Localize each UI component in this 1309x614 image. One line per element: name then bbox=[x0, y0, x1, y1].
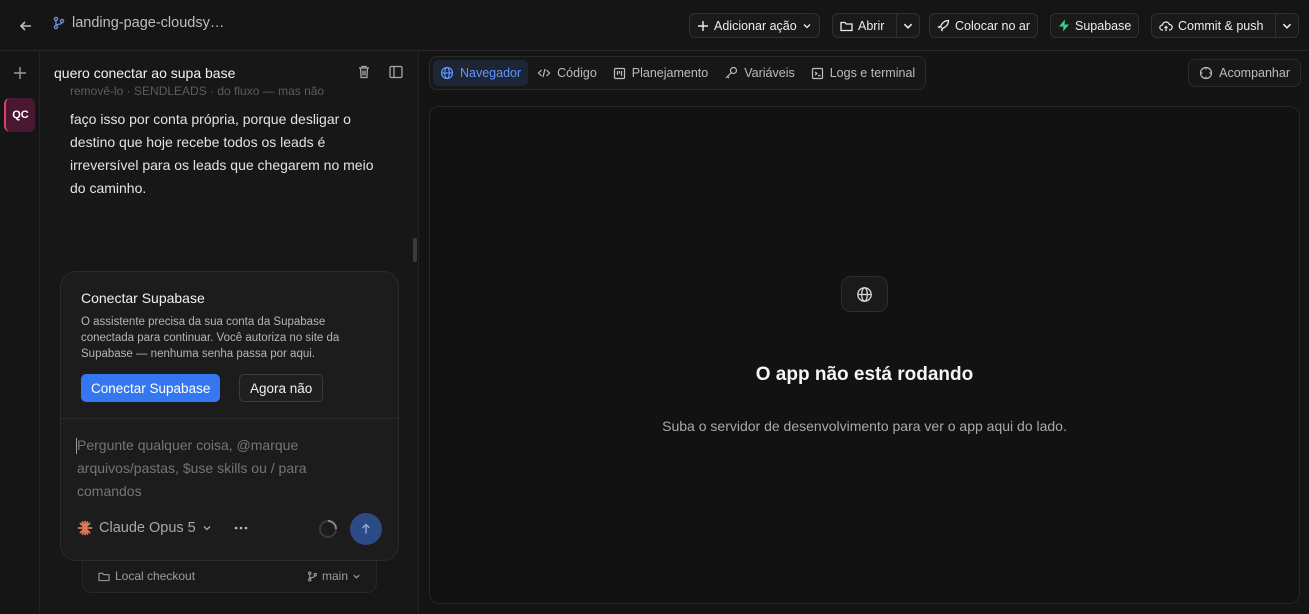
rocket-icon bbox=[937, 19, 950, 32]
message-text: faço isso por conta própria, porque desl… bbox=[70, 111, 374, 196]
delete-chat-button[interactable] bbox=[356, 64, 374, 82]
not-now-button[interactable]: Agora não bbox=[239, 374, 324, 402]
model-selector[interactable]: Claude Opus 5 bbox=[77, 520, 212, 536]
chevron-down-icon bbox=[803, 23, 811, 28]
chat-title: quero conectar ao supa base bbox=[54, 65, 236, 81]
open-split-button: Abrir bbox=[832, 13, 921, 38]
tab-navegador[interactable]: Navegador bbox=[433, 60, 529, 86]
tab-logs-terminal[interactable]: Logs e terminal bbox=[804, 60, 922, 86]
trash-icon bbox=[359, 65, 369, 79]
commit-push-label: Commit & push bbox=[1178, 18, 1264, 33]
branch-icon bbox=[53, 16, 65, 30]
folder-icon bbox=[840, 21, 853, 31]
prompt-input[interactable] bbox=[77, 434, 327, 506]
project-selector[interactable]: landing-page-cloudsy… bbox=[52, 15, 224, 31]
left-rail: QC bbox=[0, 51, 40, 614]
commit-push-button[interactable]: Commit & push bbox=[1152, 14, 1270, 37]
supabase-button[interactable]: Supabase bbox=[1050, 13, 1140, 38]
new-chat-button[interactable] bbox=[10, 63, 30, 83]
top-bar: landing-page-cloudsy… Adicionar ação Abr… bbox=[0, 0, 1309, 51]
spinner-icon bbox=[319, 520, 337, 538]
tab-planejamento[interactable]: Planejamento bbox=[606, 60, 715, 86]
divider bbox=[61, 418, 398, 419]
workspace-avatar[interactable]: QC bbox=[4, 98, 35, 132]
commit-split-button: Commit & push bbox=[1151, 13, 1300, 38]
scrollbar-thumb[interactable] bbox=[413, 238, 417, 262]
chevron-down-icon bbox=[353, 574, 360, 579]
empty-state-subtitle: Suba o servidor de desenvolvimento para … bbox=[662, 418, 1067, 434]
key-icon bbox=[725, 66, 738, 79]
arrow-up-icon bbox=[361, 523, 371, 534]
tab-label: Variáveis bbox=[744, 66, 795, 80]
git-branch-icon bbox=[307, 571, 317, 581]
chat-panel: quero conectar ao supa base removê-lo · … bbox=[40, 51, 419, 614]
local-checkout-selector[interactable]: Local checkout bbox=[98, 569, 195, 583]
toggle-sidebar-button[interactable] bbox=[388, 64, 406, 82]
tab-codigo[interactable]: Código bbox=[530, 60, 604, 86]
commit-menu-button[interactable] bbox=[1275, 14, 1298, 37]
sidebar-toggle-icon bbox=[389, 65, 403, 79]
checkout-bar: Local checkout main bbox=[82, 561, 377, 593]
folder-icon bbox=[98, 572, 110, 581]
tab-label: Logs e terminal bbox=[829, 66, 916, 80]
deploy-label: Colocar no ar bbox=[955, 18, 1031, 33]
empty-state-title: O app não está rodando bbox=[755, 364, 974, 385]
globe-icon bbox=[440, 66, 454, 80]
open-label: Abrir bbox=[858, 18, 885, 33]
connect-supabase-button[interactable]: Conectar Supabase bbox=[81, 374, 221, 402]
tab-label: Código bbox=[557, 66, 597, 80]
chevron-down-icon bbox=[1283, 23, 1292, 29]
globe-icon bbox=[857, 286, 872, 302]
add-action-button[interactable]: Adicionar ação bbox=[689, 13, 820, 38]
target-icon bbox=[1200, 66, 1213, 80]
more-icon bbox=[234, 526, 248, 530]
connect-card-description: O assistente precisa da sua conta da Sup… bbox=[81, 316, 340, 360]
cloud-upload-icon bbox=[1159, 20, 1173, 31]
open-menu-button[interactable] bbox=[896, 14, 919, 37]
checkout-label: Local checkout bbox=[115, 569, 196, 583]
terminal-icon bbox=[811, 67, 823, 79]
loading-spinner bbox=[318, 519, 338, 539]
branch-selector[interactable]: main bbox=[307, 569, 361, 583]
follow-label: Acompanhar bbox=[1219, 66, 1290, 80]
chevron-down-icon bbox=[904, 23, 913, 29]
browser-viewport: O app não está rodando Suba o servidor d… bbox=[429, 106, 1300, 604]
plus-icon bbox=[698, 20, 708, 31]
kanban-icon bbox=[613, 67, 625, 79]
panel-tabs: Navegador Código Planejamento Variáveis … bbox=[429, 56, 927, 90]
supabase-bolt-icon bbox=[1059, 19, 1069, 32]
assistant-message: removê-lo · SENDLEADS · do fluxo — mas n… bbox=[70, 85, 390, 200]
chevron-down-icon bbox=[203, 526, 211, 531]
send-button[interactable] bbox=[350, 513, 382, 545]
model-name: Claude Opus 5 bbox=[99, 520, 196, 536]
tab-label: Planejamento bbox=[631, 66, 709, 80]
branch-label: main bbox=[321, 569, 348, 583]
connect-card-title: Conectar Supabase bbox=[81, 290, 205, 306]
claude-spark-icon bbox=[77, 520, 93, 536]
project-name: landing-page-cloudsy… bbox=[72, 15, 225, 31]
more-options-button[interactable] bbox=[233, 519, 249, 540]
deploy-button[interactable]: Colocar no ar bbox=[929, 13, 1039, 38]
arrow-left-icon bbox=[19, 21, 31, 31]
open-button[interactable]: Abrir bbox=[833, 14, 891, 37]
preview-panel: Navegador Código Planejamento Variáveis … bbox=[419, 51, 1309, 614]
text-caret bbox=[76, 438, 77, 454]
plus-icon bbox=[14, 67, 26, 79]
code-icon bbox=[537, 68, 551, 78]
supabase-label: Supabase bbox=[1075, 18, 1132, 33]
composer: Conectar Supabase O assistente precisa d… bbox=[60, 271, 399, 561]
message-faded-line: removê-lo · SENDLEADS · do fluxo — mas n… bbox=[70, 85, 325, 97]
tab-variaveis[interactable]: Variáveis bbox=[717, 60, 801, 86]
tab-label: Navegador bbox=[460, 66, 522, 80]
back-button[interactable] bbox=[14, 14, 38, 38]
follow-button[interactable]: Acompanhar bbox=[1188, 59, 1301, 87]
empty-state-icon-box bbox=[841, 276, 888, 312]
add-action-label: Adicionar ação bbox=[714, 18, 797, 33]
